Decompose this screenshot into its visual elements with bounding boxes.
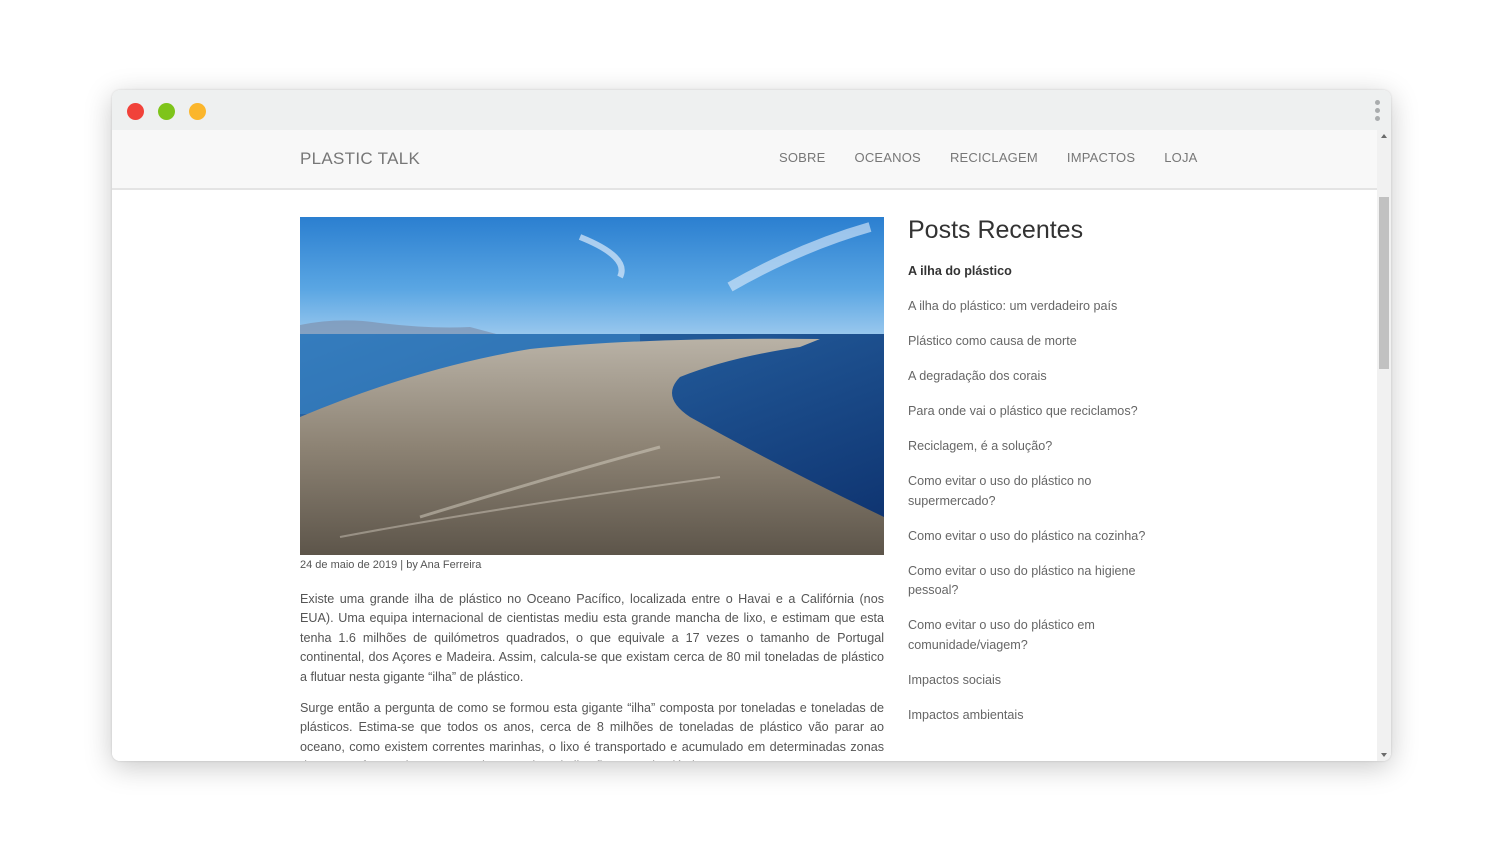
recent-post-link[interactable]: Como evitar o uso do plástico no superme… (908, 472, 1178, 511)
site-navbar: PLASTIC TALK SOBRE OCEANOS RECICLAGEM IM… (112, 130, 1377, 190)
recent-post-link[interactable]: Impactos sociais (908, 671, 1178, 691)
window-titlebar (112, 90, 1391, 130)
recent-post-link[interactable]: Reciclagem, é a solução? (908, 437, 1178, 457)
vertical-scrollbar[interactable] (1377, 130, 1391, 761)
recent-post-link[interactable]: Impactos ambientais (908, 706, 1178, 726)
nav-link-reciclagem[interactable]: RECICLAGEM (950, 150, 1038, 165)
scroll-up-icon[interactable] (1381, 134, 1387, 138)
browser-window: PLASTIC TALK SOBRE OCEANOS RECICLAGEM IM… (112, 90, 1391, 761)
article-meta: 24 de maio de 2019 | by Ana Ferreira (300, 559, 482, 571)
recent-post-link[interactable]: A ilha do plástico: um verdadeiro país (908, 297, 1178, 317)
recent-post-link[interactable]: Como evitar o uso do plástico na cozinha… (908, 527, 1178, 547)
minimize-window-button[interactable] (158, 103, 175, 120)
article-paragraph: Existe uma grande ilha de plástico no Oc… (300, 592, 884, 684)
recent-post-link[interactable]: A ilha do plástico (908, 262, 1178, 282)
recent-post-link[interactable]: A degradação dos corais (908, 367, 1178, 387)
kebab-menu-icon[interactable] (1373, 100, 1381, 124)
recent-posts-list: A ilha do plástico A ilha do plástico: u… (908, 262, 1178, 725)
nav-link-oceanos[interactable]: OCEANOS (855, 150, 921, 165)
site-brand[interactable]: PLASTIC TALK (300, 149, 420, 169)
scrollbar-thumb[interactable] (1379, 197, 1389, 369)
recent-post-link[interactable]: Como evitar o uso do plástico em comunid… (908, 616, 1178, 655)
nav-link-loja[interactable]: LOJA (1164, 150, 1197, 165)
recent-post-link[interactable]: Como evitar o uso do plástico na higiene… (908, 562, 1178, 601)
scroll-down-icon[interactable] (1381, 753, 1387, 757)
nav-link-impactos[interactable]: IMPACTOS (1067, 150, 1135, 165)
article-body: Existe uma grande ilha de plástico no Oc… (300, 590, 884, 761)
recent-posts-sidebar: Posts Recentes A ilha do plástico A ilha… (908, 216, 1178, 741)
recent-posts-title: Posts Recentes (908, 216, 1084, 244)
maximize-window-button[interactable] (189, 103, 206, 120)
recent-post-link[interactable]: Plástico como causa de morte (908, 332, 1178, 352)
recent-post-link[interactable]: Para onde vai o plástico que reciclamos? (908, 402, 1178, 422)
article-paragraph: Surge então a pergunta de como se formou… (300, 701, 884, 761)
plastic-island-photo (300, 217, 884, 555)
page-viewport: PLASTIC TALK SOBRE OCEANOS RECICLAGEM IM… (112, 130, 1377, 761)
main-nav: SOBRE OCEANOS RECICLAGEM IMPACTOS LOJA (779, 150, 1227, 165)
nav-link-sobre[interactable]: SOBRE (779, 150, 826, 165)
close-window-button[interactable] (127, 103, 144, 120)
article-hero-image (300, 217, 884, 555)
